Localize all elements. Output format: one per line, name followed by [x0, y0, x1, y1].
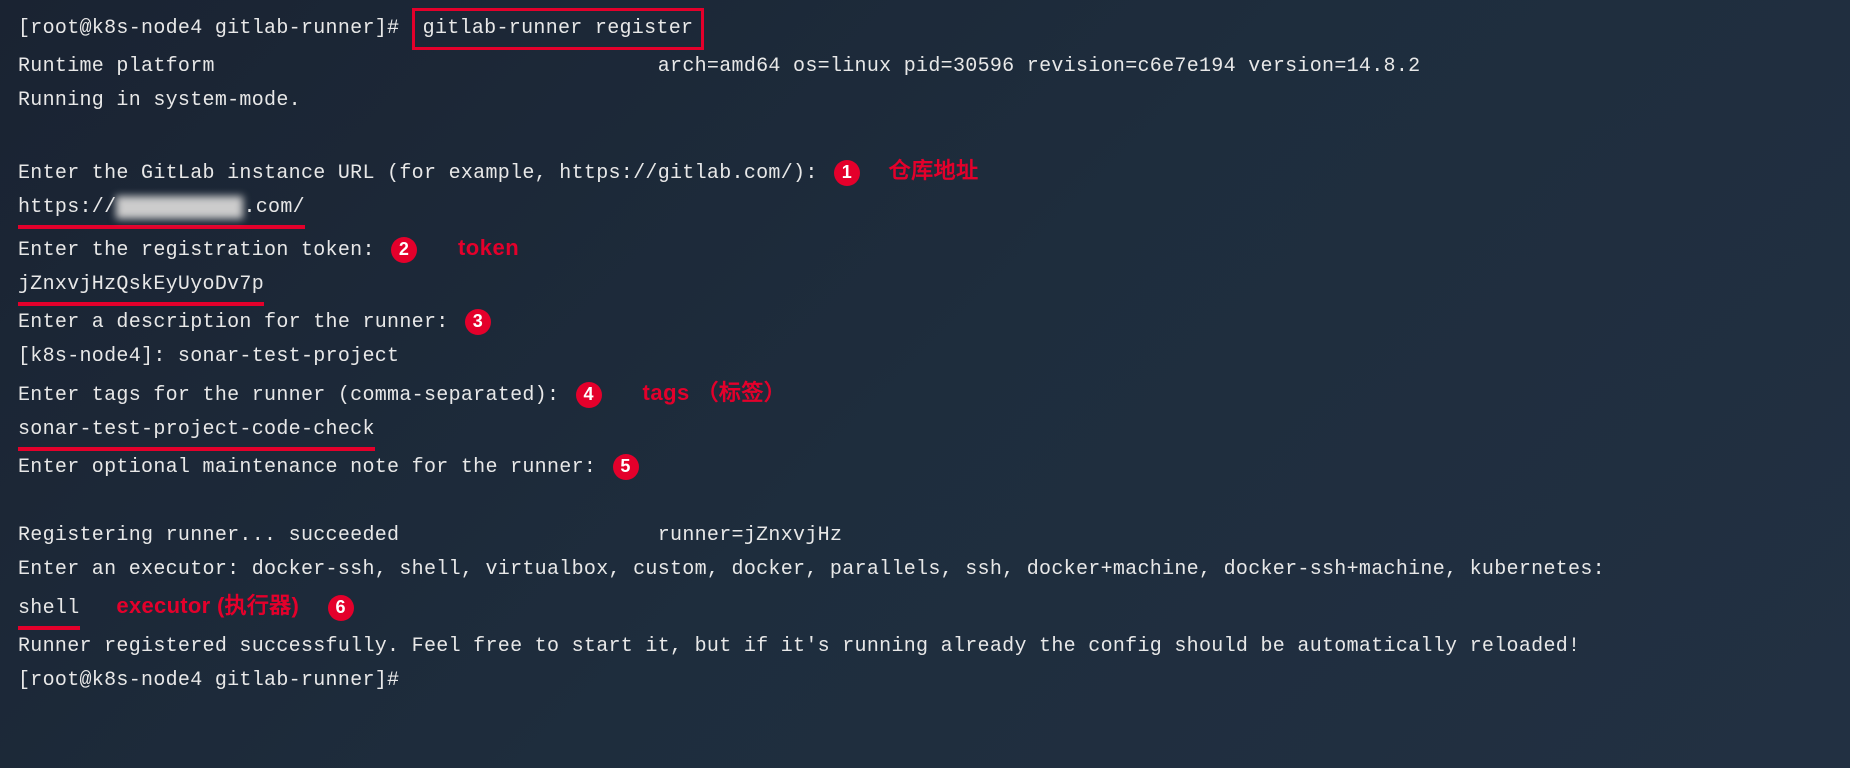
step2-value: jZnxvjHzQskEyUyoDv7p	[18, 268, 264, 306]
step5-prompt: Enter optional maintenance note for the …	[18, 456, 596, 479]
runtime-platform-line: Runtime platform arch=amd64 os=linux pid…	[18, 50, 1832, 84]
command-text: gitlab-runner register	[423, 17, 694, 40]
step6-label: executor (执行器)	[116, 593, 299, 618]
success-line: Runner registered successfully. Feel fre…	[18, 630, 1832, 664]
step3-value-line: [k8s-node4]: sonar-test-project	[18, 340, 1832, 374]
registering-text: Registering runner... succeeded	[18, 524, 399, 547]
step4-prompt-line: Enter tags for the runner (comma-separat…	[18, 374, 1832, 413]
step1-value-line: https://g** r****h.com/	[18, 191, 1832, 229]
step4-value: sonar-test-project-code-check	[18, 413, 375, 451]
step1-prompt-line: Enter the GitLab instance URL (for examp…	[18, 152, 1832, 191]
running-mode-line: Running in system-mode.	[18, 84, 1832, 118]
step5-badge: 5	[613, 454, 639, 480]
runtime-label: Runtime platform	[18, 55, 215, 78]
blank-line-2	[18, 485, 1832, 519]
step4-prompt: Enter tags for the runner (comma-separat…	[18, 384, 559, 407]
runtime-spacer	[215, 55, 658, 78]
step5-prompt-line: Enter optional maintenance note for the …	[18, 451, 1832, 485]
step1-badge: 1	[834, 160, 860, 186]
url-censored: g** r****h	[116, 196, 243, 219]
step4-badge: 4	[576, 382, 602, 408]
registering-runner: runner=jZnxvjHz	[658, 524, 843, 547]
step2-value-line: jZnxvjHzQskEyUyoDv7p	[18, 268, 1832, 306]
step6-line: shell executor (执行器) 6	[18, 587, 1832, 630]
prompt-line-2: [root@k8s-node4 gitlab-runner]#	[18, 664, 1832, 698]
step3-prompt-line: Enter a description for the runner: 3	[18, 306, 1832, 340]
command-highlight-box: gitlab-runner register	[412, 8, 705, 50]
registering-spacer	[399, 524, 657, 547]
step3-prompt: Enter a description for the runner:	[18, 311, 449, 334]
registering-line: Registering runner... succeeded runner=j…	[18, 519, 1832, 553]
shell-prompt: [root@k8s-node4 gitlab-runner]#	[18, 17, 412, 40]
url-post: .com/	[243, 196, 305, 219]
url-pre: https://	[18, 196, 116, 219]
blank-line-1	[18, 118, 1832, 152]
step2-label: token	[458, 235, 519, 260]
executor-prompt-line: Enter an executor: docker-ssh, shell, vi…	[18, 553, 1832, 587]
prompt-line-1: [root@k8s-node4 gitlab-runner]# gitlab-r…	[18, 8, 1832, 50]
runtime-info: arch=amd64 os=linux pid=30596 revision=c…	[658, 55, 1421, 78]
step1-url-underline: https://g** r****h.com/	[18, 191, 305, 229]
step1-label: 仓库地址	[889, 158, 979, 183]
step4-value-line: sonar-test-project-code-check	[18, 413, 1832, 451]
step2-badge: 2	[391, 237, 417, 263]
step3-badge: 3	[465, 309, 491, 335]
step2-prompt-line: Enter the registration token: 2 token	[18, 229, 1832, 268]
step6-value: shell	[18, 592, 80, 630]
step2-prompt: Enter the registration token:	[18, 239, 375, 262]
step1-prompt: Enter the GitLab instance URL (for examp…	[18, 162, 818, 185]
step4-label: tags （标签）	[643, 380, 787, 405]
step6-badge: 6	[328, 595, 354, 621]
